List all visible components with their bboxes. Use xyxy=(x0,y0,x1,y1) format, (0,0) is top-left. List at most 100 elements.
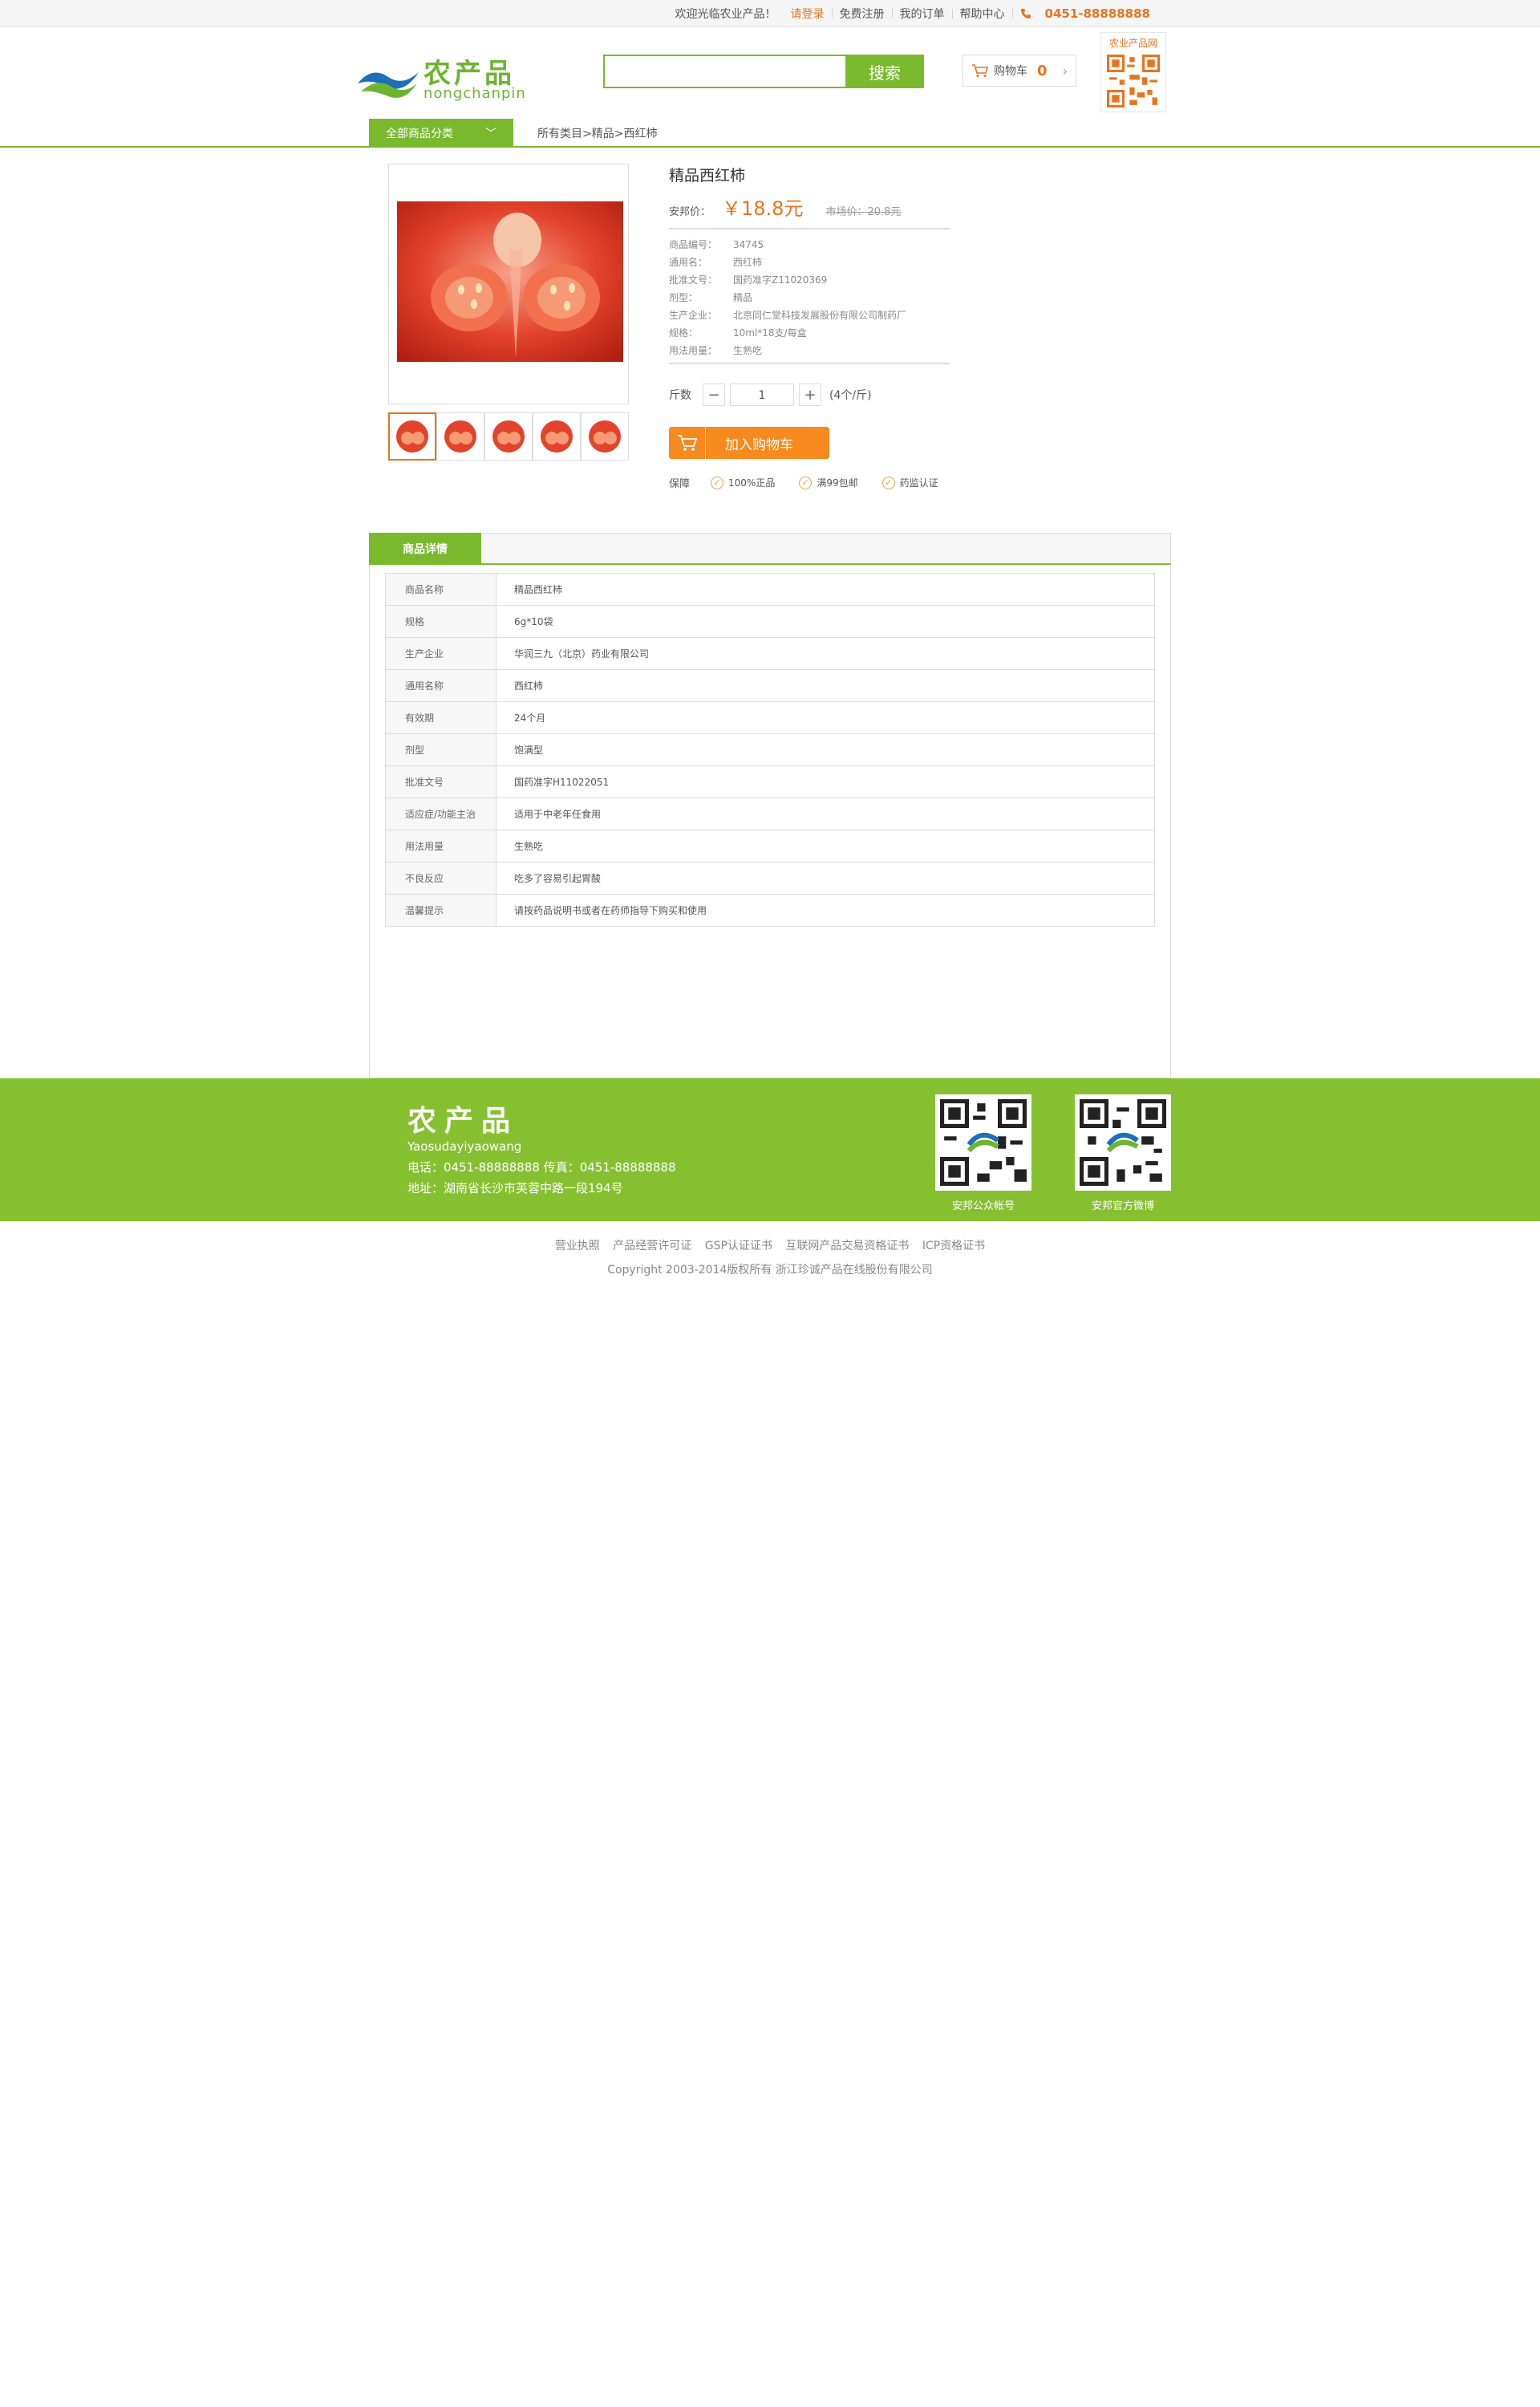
table-key: 温馨提示 xyxy=(385,894,496,927)
login-link[interactable]: 请登录 xyxy=(784,6,832,22)
check-icon: ✓ xyxy=(799,476,813,489)
thumbnail-5[interactable] xyxy=(581,412,629,461)
guarantee-text: 药监认证 xyxy=(899,477,938,489)
table-value: 饱满型 xyxy=(496,733,1155,766)
footer: 农产品 Yaosudayiyaowang 电话：0451-88888888 传真… xyxy=(0,1078,1540,1221)
table-value: 国药准字H11022051 xyxy=(496,765,1155,798)
market-price: 市场价：20.8元 xyxy=(825,206,902,218)
table-key: 商品名称 xyxy=(385,573,496,606)
footer-link[interactable]: ICP资格证书 xyxy=(922,1240,985,1252)
tomato-thumb xyxy=(589,420,621,453)
chevron-down-icon: ﹀ xyxy=(485,128,496,140)
category-nav: 全部商品分类 ﹀ 所有类目>精品>西红柿 xyxy=(0,117,1540,148)
tomato-thumb xyxy=(444,420,476,453)
qr-code-icon xyxy=(935,1094,1031,1191)
details-tabs: 商品详情 xyxy=(369,533,1171,565)
footer-link[interactable]: 营业执照 xyxy=(555,1240,600,1252)
tomato-image xyxy=(397,201,623,362)
add-to-cart-button[interactable]: 加入购物车 xyxy=(669,427,829,459)
register-link[interactable]: 免费注册 xyxy=(833,6,892,22)
divider xyxy=(669,228,950,229)
qr-label: 农业产品网 xyxy=(1108,38,1157,49)
thumbnail-2[interactable] xyxy=(436,412,484,461)
table-key: 剂型 xyxy=(385,733,496,766)
thumbnail-4[interactable] xyxy=(533,412,581,461)
table-row: 剂型 饱满型 xyxy=(385,733,1155,766)
spec-row: 生产企业： 北京同仁堂科技发展股份有限公司制药厂 xyxy=(669,306,906,324)
thumbnail-strip xyxy=(388,412,629,461)
table-row: 批准文号 国药准字H11022051 xyxy=(385,765,1155,798)
divider xyxy=(669,363,950,364)
table-row: 生产企业 华润三九（北京）药业有限公司 xyxy=(385,637,1155,670)
spec-value: 生熟吃 xyxy=(733,345,763,356)
table-key: 用法用量 xyxy=(385,830,496,863)
search-input[interactable] xyxy=(603,55,845,88)
qr-code-icon xyxy=(1075,1094,1171,1191)
footer-address: 地址：湖南省长沙市芙蓉中路一段194号 xyxy=(407,1181,623,1195)
footer-qr-1: 安邦公众帐号 xyxy=(935,1094,1031,1212)
spec-value: 34745 xyxy=(733,239,764,250)
table-value: 6g*10袋 xyxy=(496,605,1155,638)
spec-key: 批准文号： xyxy=(669,274,718,286)
footer-link[interactable]: 互联网产品交易资格证书 xyxy=(785,1240,909,1252)
all-categories-button[interactable]: 全部商品分类 ﹀ xyxy=(369,119,513,148)
hotline: 0451-88888888 xyxy=(1013,6,1165,21)
spec-row: 通用名： 西红柿 xyxy=(669,254,906,271)
product-specs: 商品编号： 34745 通用名： 西红柿 批准文号： 国药准字Z11020369 剂型… xyxy=(669,236,906,359)
spec-row: 批准文号： 国药准字Z11020369 xyxy=(669,271,906,289)
guarantee-label: 保障 xyxy=(669,478,691,490)
spec-value: 国药准字Z11020369 xyxy=(733,274,828,286)
spec-row: 剂型： 精品 xyxy=(669,289,906,306)
footer-contact: 电话：0451-88888888 传真：0451-88888888 xyxy=(407,1160,676,1175)
tomato-thumb xyxy=(541,420,573,453)
welcome-text: 欢迎光临农业产品！ xyxy=(675,8,776,21)
table-key: 有效期 xyxy=(385,701,496,734)
table-row: 用法用量 生熟吃 xyxy=(385,830,1155,863)
breadcrumb[interactable]: 所有类目>精品>西红柿 xyxy=(537,125,657,141)
logo-subtext: nongchanpin xyxy=(424,85,526,102)
footer-qr-2: 安邦官方微博 xyxy=(1075,1094,1171,1212)
qr-caption: 安邦公众帐号 xyxy=(951,1200,1015,1212)
footer-title: 农产品 xyxy=(407,1105,519,1138)
qr-code-icon xyxy=(1107,55,1160,108)
decrease-button[interactable]: − xyxy=(703,384,725,406)
hotline-number: 0451-88888888 xyxy=(1044,6,1150,21)
table-key: 适应症/功能主治 xyxy=(385,798,496,830)
spec-key: 规格： xyxy=(669,327,699,339)
thumbnail-1[interactable] xyxy=(388,412,436,461)
cart-label: 购物车 xyxy=(994,65,1027,78)
footer-link[interactable]: GSP认证证书 xyxy=(705,1240,772,1252)
help-link[interactable]: 帮助中心 xyxy=(953,6,1012,22)
thumbnail-3[interactable] xyxy=(484,412,533,461)
tab-product-details[interactable]: 商品详情 xyxy=(369,533,481,565)
minus-icon: − xyxy=(707,386,720,404)
details-table: 商品名称 精品西红柿 规格 6g*10袋 生产企业 华润三九（北京）药业有限公司 通用… xyxy=(385,573,1155,927)
search-bar: 搜索 xyxy=(603,55,924,88)
table-row: 温馨提示 请按药品说明书或者在药师指导下购买和使用 xyxy=(385,894,1155,927)
phone-icon xyxy=(1020,8,1031,19)
spec-value: 精品 xyxy=(733,292,753,303)
price-row: 安邦价： ￥18.8元 市场价：20.8元 xyxy=(669,193,901,221)
spec-value: 北京同仁堂科技发展股份有限公司制药厂 xyxy=(733,310,907,321)
search-button[interactable]: 搜索 xyxy=(845,55,924,88)
guarantee-row: 保障 ✓ 100%正品 ✓ 满99包邮 ✓ 药监认证 xyxy=(669,475,962,490)
cart-button[interactable]: 购物车 0 › xyxy=(962,55,1076,87)
table-row: 通用名称 西红柿 xyxy=(385,669,1155,702)
spec-row: 商品编号： 34745 xyxy=(669,236,906,254)
guarantee-text: 100%正品 xyxy=(728,477,776,489)
tomato-thumb xyxy=(396,420,428,453)
spec-row: 用法用量： 生熟吃 xyxy=(669,342,906,359)
footer-link[interactable]: 产品经营许可证 xyxy=(613,1240,691,1252)
table-row: 不良反应 吃多了容易引起胃酸 xyxy=(385,862,1155,895)
table-key: 不良反应 xyxy=(385,862,496,895)
table-row: 适应症/功能主治 适用于中老年任食用 xyxy=(385,798,1155,830)
price-label: 安邦价： xyxy=(669,206,711,218)
orders-link[interactable]: 我的订单 xyxy=(893,6,952,22)
table-row: 规格 6g*10袋 xyxy=(385,605,1155,638)
spec-row: 规格： 10ml*18支/每盒 xyxy=(669,324,906,342)
table-row: 有效期 24个月 xyxy=(385,701,1155,734)
guarantee-item: ✓ 药监认证 xyxy=(881,476,938,489)
quantity-input[interactable]: 1 xyxy=(730,384,794,406)
site-logo[interactable]: 农产品 nongchanpin xyxy=(356,51,541,108)
increase-button[interactable]: + xyxy=(799,384,821,406)
